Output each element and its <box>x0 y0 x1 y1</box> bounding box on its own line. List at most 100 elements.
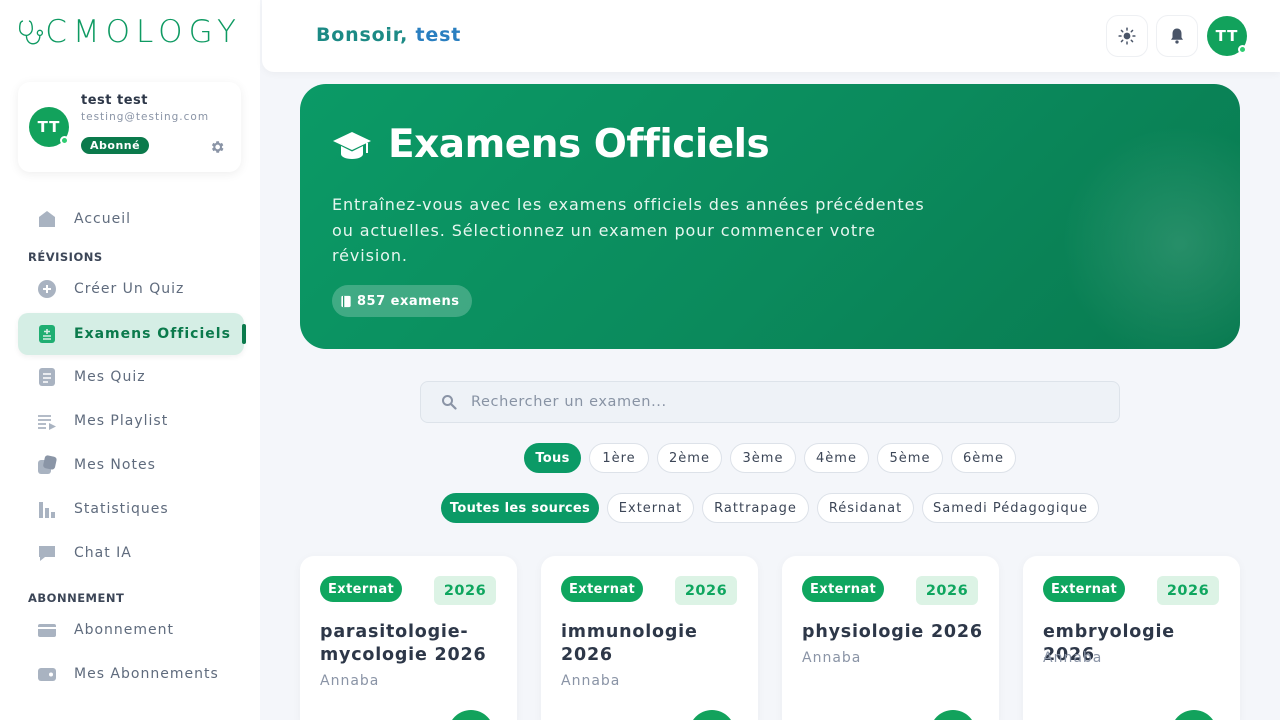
sidebar-item-label: Accueil <box>74 211 131 227</box>
gear-icon[interactable] <box>209 139 225 155</box>
sidebar-item-label: Statistiques <box>74 501 169 517</box>
exam-year-badge: 2026 <box>434 576 496 605</box>
profile-name: test test <box>81 93 148 108</box>
exam-source-badge: Externat <box>320 576 403 602</box>
sidebar-item-label: Mes Playlist <box>74 413 169 429</box>
hero-title: Examens Officiels <box>388 122 770 167</box>
notes-icon <box>37 455 57 475</box>
sidebar-item-chat-ai[interactable]: Chat IA <box>18 533 244 573</box>
avatar-initials: TT <box>37 118 61 136</box>
year-filter-2[interactable]: 2ème <box>657 443 722 473</box>
avatar[interactable]: TT <box>29 107 69 147</box>
online-status-dot <box>60 136 69 145</box>
home-icon <box>37 209 57 229</box>
bell-icon <box>1171 28 1183 44</box>
exam-source-badge: Externat <box>802 576 885 602</box>
sidebar: CMOLOGY TT test test testing@testing.com… <box>0 0 260 720</box>
exam-year-badge: 2026 <box>916 576 978 605</box>
logo[interactable]: CMOLOGY <box>18 14 242 50</box>
sidebar-item-label: Créer Un Quiz <box>74 281 185 297</box>
chat-icon <box>37 543 57 563</box>
greeting: Bonsoir, test <box>316 24 461 46</box>
top-header: Bonsoir, test TT <box>262 0 1280 72</box>
notifications-button[interactable] <box>1156 15 1198 57</box>
exam-title: parasitologie-mycologie 2026 <box>320 622 487 665</box>
theme-toggle-button[interactable] <box>1106 15 1148 57</box>
sidebar-item-label: Abonnement <box>74 622 175 638</box>
exam-source-badge: Externat <box>1043 576 1126 602</box>
section-title-subscription: ABONNEMENT <box>28 591 125 605</box>
source-filter-samedi-pedagogique[interactable]: Samedi Pédagogique <box>922 493 1099 523</box>
year-filter-4[interactable]: 4ème <box>804 443 869 473</box>
sidebar-item-create-quiz[interactable]: Créer Un Quiz <box>18 269 244 309</box>
document-icon <box>37 367 57 387</box>
start-exam-button[interactable] <box>1171 710 1217 720</box>
exam-card[interactable]: Externat 2026 embryologie 2026 Annaba <box>1023 556 1240 720</box>
search-icon <box>442 395 457 410</box>
subscription-badge: Abonné <box>81 137 150 154</box>
graduation-cap-icon <box>333 132 371 159</box>
online-status-dot <box>1238 45 1247 54</box>
sidebar-item-official-exams[interactable]: Examens Officiels <box>18 313 246 355</box>
exam-card[interactable]: Externat 2026 parasitologie-mycologie 20… <box>300 556 517 720</box>
exam-sheet-icon <box>37 324 57 344</box>
start-exam-button[interactable] <box>689 710 735 720</box>
start-exam-button[interactable] <box>930 710 976 720</box>
exam-count-chip: 857 examens <box>332 285 472 317</box>
book-icon <box>341 295 351 307</box>
sidebar-item-my-playlist[interactable]: Mes Playlist <box>18 401 244 441</box>
exam-location: Annaba <box>1043 650 1103 666</box>
sidebar-item-my-notes[interactable]: Mes Notes <box>18 445 244 485</box>
exam-year-badge: 2026 <box>675 576 737 605</box>
source-filter-residanat[interactable]: Résidanat <box>817 493 914 523</box>
exam-source-badge: Externat <box>561 576 644 602</box>
hero-description: Entraînez-vous avec les examens officiel… <box>332 195 925 265</box>
sidebar-item-my-quiz[interactable]: Mes Quiz <box>18 357 244 397</box>
sidebar-item-label: Mes Notes <box>74 457 156 473</box>
sun-icon <box>1118 27 1136 45</box>
exam-location: Annaba <box>561 673 621 689</box>
plus-circle-icon <box>37 279 57 299</box>
exam-location: Annaba <box>320 673 380 689</box>
playlist-icon <box>37 411 57 431</box>
start-exam-button[interactable] <box>448 710 494 720</box>
year-filter-all[interactable]: Tous <box>524 443 581 473</box>
source-filter-all[interactable]: Toutes les sources <box>441 493 599 523</box>
exam-title: immunologie 2026 <box>561 622 698 665</box>
logo-text: CMOLOGY <box>45 14 242 50</box>
greeting-username: test <box>415 24 462 46</box>
greeting-text: Bonsoir, <box>316 24 416 46</box>
exam-count: 857 examens <box>357 293 460 309</box>
profile-card: TT test test testing@testing.com Abonné <box>18 82 241 172</box>
section-title-revisions: RÉVISIONS <box>28 250 103 264</box>
exam-card[interactable]: Externat 2026 immunologie 2026 Annaba <box>541 556 758 720</box>
exam-year-badge: 2026 <box>1157 576 1219 605</box>
hero-banner: Examens Officiels Entraînez-vous avec le… <box>300 84 1240 349</box>
profile-email: testing@testing.com <box>81 111 210 123</box>
sidebar-item-label: Mes Quiz <box>74 369 146 385</box>
bar-chart-icon <box>37 499 57 519</box>
sidebar-item-my-subscriptions[interactable]: Mes Abonnements <box>18 654 244 694</box>
year-filter-3[interactable]: 3ème <box>730 443 796 473</box>
hero-glow <box>1060 124 1240 349</box>
exam-location: Annaba <box>802 650 862 666</box>
search-bar <box>420 381 1120 423</box>
header-avatar[interactable]: TT <box>1207 16 1247 56</box>
exam-card[interactable]: Externat 2026 physiologie 2026 Annaba <box>782 556 999 720</box>
sidebar-item-statistics[interactable]: Statistiques <box>18 489 244 529</box>
wallet-icon <box>37 664 57 684</box>
year-filter-5[interactable]: 5ème <box>877 443 943 473</box>
year-filter-1[interactable]: 1ère <box>589 443 649 473</box>
sidebar-item-label: Examens Officiels <box>74 326 231 342</box>
source-filter-externat[interactable]: Externat <box>607 493 694 523</box>
search-input[interactable] <box>471 394 1071 410</box>
avatar-initials: TT <box>1215 27 1239 45</box>
exam-title: physiologie 2026 <box>802 622 983 642</box>
sidebar-item-home[interactable]: Accueil <box>18 199 244 239</box>
sidebar-item-label: Chat IA <box>74 545 132 561</box>
sidebar-item-label: Mes Abonnements <box>74 666 219 682</box>
sidebar-item-subscription[interactable]: Abonnement <box>18 610 244 650</box>
source-filter-rattrapage[interactable]: Rattrapage <box>702 493 809 523</box>
year-filter-6[interactable]: 6ème <box>951 443 1016 473</box>
credit-card-icon <box>37 620 57 640</box>
